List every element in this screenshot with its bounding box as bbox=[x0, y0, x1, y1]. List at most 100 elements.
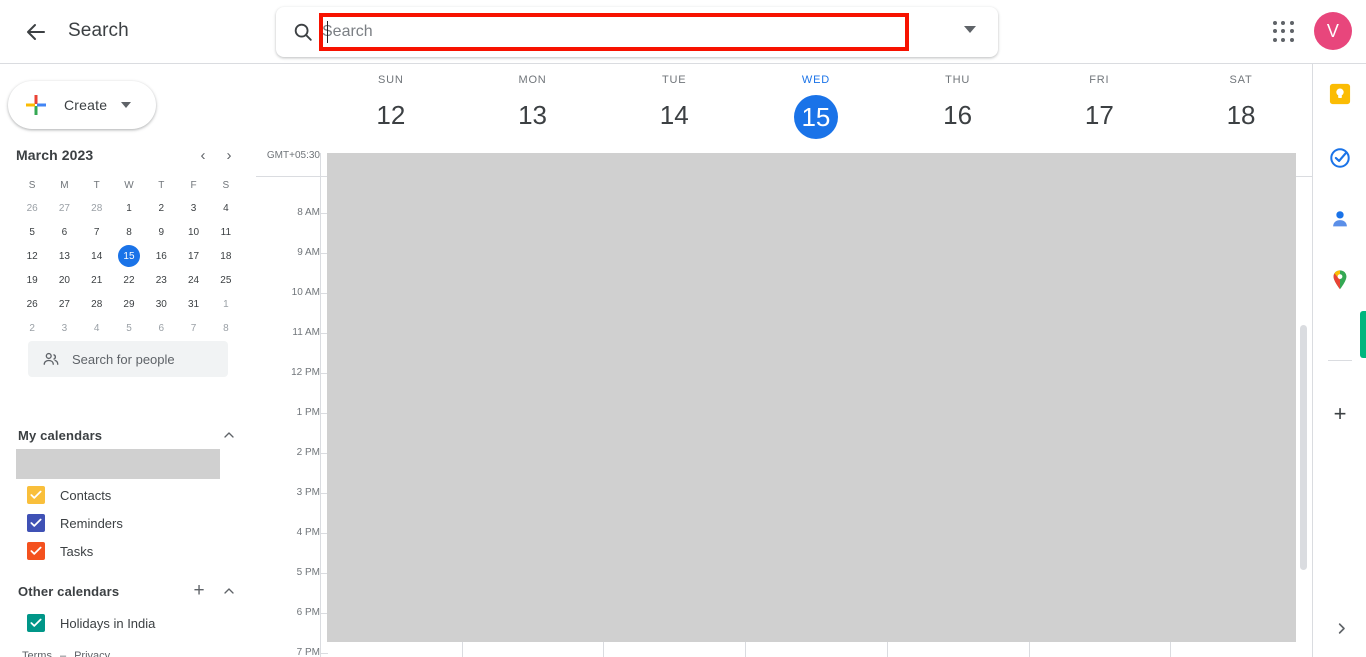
day-of-week-label: MON bbox=[518, 74, 547, 86]
add-addon-plus-icon[interactable]: + bbox=[1328, 401, 1352, 426]
day-column-header-sat[interactable]: SAT 18 bbox=[1170, 74, 1312, 136]
mini-calendar-day[interactable]: 27 bbox=[48, 196, 80, 220]
day-number[interactable]: 12 bbox=[320, 94, 462, 136]
mini-calendar-day[interactable]: 1 bbox=[113, 196, 145, 220]
mini-calendar-day[interactable]: 2 bbox=[145, 196, 177, 220]
day-column-header-wed[interactable]: WED 15 bbox=[745, 74, 887, 140]
vertical-scrollbar[interactable] bbox=[1300, 325, 1307, 570]
avatar[interactable]: V bbox=[1314, 12, 1352, 50]
mini-calendar-day[interactable]: 26 bbox=[16, 196, 48, 220]
checkbox-checked-icon[interactable] bbox=[27, 514, 45, 532]
calendar-item-label: Contacts bbox=[60, 487, 112, 503]
mini-calendar-header: March 2023 ‹ › bbox=[16, 142, 242, 168]
google-contacts-icon[interactable] bbox=[1328, 207, 1352, 231]
day-number[interactable]: 17 bbox=[1029, 94, 1171, 136]
my-calendars-header[interactable]: My calendars bbox=[18, 418, 240, 452]
mini-calendar-day[interactable]: 15 bbox=[113, 244, 145, 268]
search-for-people-input[interactable]: Search for people bbox=[28, 341, 228, 377]
mini-calendar-day[interactable]: 20 bbox=[48, 268, 80, 292]
mini-calendar-day[interactable]: 28 bbox=[81, 292, 113, 316]
mini-calendar-day[interactable]: 2 bbox=[16, 316, 48, 340]
google-maps-icon[interactable] bbox=[1328, 268, 1352, 292]
mini-calendar-day-number: 21 bbox=[91, 274, 103, 286]
mini-calendar-day[interactable]: 30 bbox=[145, 292, 177, 316]
mini-calendar-day[interactable]: 17 bbox=[177, 244, 209, 268]
mini-calendar-prev-icon[interactable]: ‹ bbox=[190, 142, 216, 168]
mini-calendar-day[interactable]: 7 bbox=[81, 220, 113, 244]
mini-calendar-day[interactable]: 3 bbox=[177, 196, 209, 220]
side-accent-tab[interactable] bbox=[1360, 311, 1366, 358]
mini-calendar-day[interactable]: 28 bbox=[81, 196, 113, 220]
mini-calendar-day[interactable]: 1 bbox=[210, 292, 242, 316]
mini-calendar-day[interactable]: 5 bbox=[113, 316, 145, 340]
mini-calendar-day[interactable]: 29 bbox=[113, 292, 145, 316]
mini-calendar-day[interactable]: 4 bbox=[210, 196, 242, 220]
mini-calendar-day[interactable]: 22 bbox=[113, 268, 145, 292]
day-number[interactable]: 15 bbox=[745, 94, 887, 140]
mini-calendar-day[interactable]: 13 bbox=[48, 244, 80, 268]
terms-link[interactable]: Terms bbox=[22, 650, 52, 657]
add-other-calendar-plus-icon[interactable]: + bbox=[188, 580, 210, 602]
mini-calendar-day[interactable]: 10 bbox=[177, 220, 209, 244]
mini-calendar-day[interactable]: 19 bbox=[16, 268, 48, 292]
search-input[interactable] bbox=[320, 15, 876, 49]
mini-calendar-day[interactable]: 23 bbox=[145, 268, 177, 292]
day-column-header-tue[interactable]: TUE 14 bbox=[603, 74, 745, 136]
mini-calendar-day[interactable]: 3 bbox=[48, 316, 80, 340]
calendar-item-reminders[interactable]: Reminders bbox=[18, 509, 238, 537]
mini-calendar-day[interactable]: 21 bbox=[81, 268, 113, 292]
mini-calendar-day[interactable]: 6 bbox=[145, 316, 177, 340]
mini-calendar-month-label: March 2023 bbox=[16, 147, 94, 163]
day-number[interactable]: 13 bbox=[462, 94, 604, 136]
mini-calendar-day[interactable]: 25 bbox=[210, 268, 242, 292]
mini-calendar-day[interactable]: 24 bbox=[177, 268, 209, 292]
checkbox-checked-icon[interactable] bbox=[27, 486, 45, 504]
mini-calendar-day[interactable]: 11 bbox=[210, 220, 242, 244]
mini-calendar-day[interactable]: 4 bbox=[81, 316, 113, 340]
apps-grid-icon[interactable] bbox=[1273, 21, 1295, 43]
create-button[interactable]: Create bbox=[8, 81, 156, 129]
mini-calendar-day[interactable]: 12 bbox=[16, 244, 48, 268]
calendar-item-holidays-in-india[interactable]: Holidays in India bbox=[18, 609, 238, 637]
search-options-chevron-down-icon[interactable] bbox=[964, 26, 976, 33]
day-column-header-mon[interactable]: MON 13 bbox=[462, 74, 604, 136]
mini-calendar-day[interactable]: 27 bbox=[48, 292, 80, 316]
column-separator bbox=[320, 177, 321, 657]
calendar-item-tasks[interactable]: Tasks bbox=[18, 537, 238, 565]
mini-calendar-next-icon[interactable]: › bbox=[216, 142, 242, 168]
mini-calendar-day-number: 25 bbox=[220, 274, 232, 286]
calendar-item-contacts[interactable]: Contacts bbox=[18, 481, 238, 509]
other-calendars-chevron-up-icon[interactable] bbox=[218, 580, 240, 602]
google-keep-icon[interactable] bbox=[1328, 82, 1352, 106]
hour-label: 8 AM bbox=[297, 207, 320, 218]
mini-calendar-day-number: 6 bbox=[158, 322, 165, 334]
mini-calendar-day[interactable]: 26 bbox=[16, 292, 48, 316]
mini-calendar-day[interactable]: 8 bbox=[210, 316, 242, 340]
expand-panel-chevron-right-icon[interactable] bbox=[1330, 617, 1352, 639]
day-number[interactable]: 16 bbox=[887, 94, 1029, 136]
mini-calendar-day[interactable]: 7 bbox=[177, 316, 209, 340]
day-column-header-sun[interactable]: SUN 12 bbox=[320, 74, 462, 136]
checkbox-checked-icon[interactable] bbox=[27, 614, 45, 632]
checkbox-checked-icon[interactable] bbox=[27, 542, 45, 560]
mini-calendar-day[interactable]: 8 bbox=[113, 220, 145, 244]
my-calendars-chevron-up-icon[interactable] bbox=[218, 424, 240, 446]
mini-calendar-day[interactable]: 14 bbox=[81, 244, 113, 268]
other-calendars-header[interactable]: Other calendars + bbox=[18, 574, 240, 608]
privacy-link[interactable]: Privacy bbox=[74, 650, 110, 657]
mini-calendar-day-number: 16 bbox=[155, 250, 167, 262]
mini-calendar-day[interactable]: 18 bbox=[210, 244, 242, 268]
mini-calendar-day[interactable]: 6 bbox=[48, 220, 80, 244]
mini-calendar-day[interactable]: 9 bbox=[145, 220, 177, 244]
google-tasks-icon[interactable] bbox=[1328, 146, 1352, 170]
day-number[interactable]: 18 bbox=[1170, 94, 1312, 136]
day-column-header-thu[interactable]: THU 16 bbox=[887, 74, 1029, 136]
day-number[interactable]: 14 bbox=[603, 94, 745, 136]
day-column-header-fri[interactable]: FRI 17 bbox=[1029, 74, 1171, 136]
mini-calendar-day[interactable]: 31 bbox=[177, 292, 209, 316]
mini-calendar-day-number: 8 bbox=[126, 226, 132, 238]
hour-label: 1 PM bbox=[296, 407, 320, 418]
mini-calendar-day[interactable]: 5 bbox=[16, 220, 48, 244]
mini-calendar-day[interactable]: 16 bbox=[145, 244, 177, 268]
back-arrow-icon[interactable] bbox=[22, 18, 50, 46]
